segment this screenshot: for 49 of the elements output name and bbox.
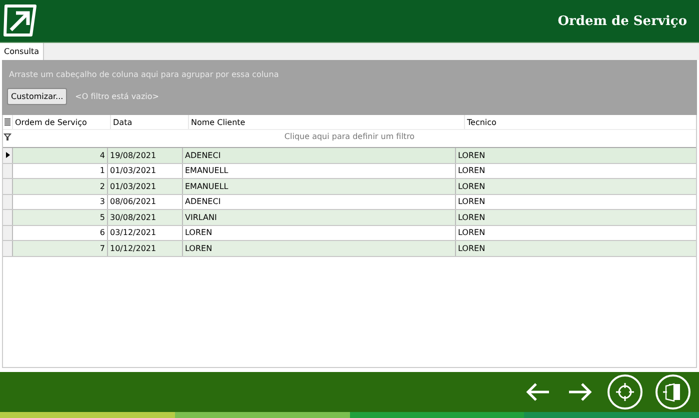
table-cell: 30/08/2021 xyxy=(107,210,182,224)
table-cell: 7 xyxy=(12,241,107,256)
column-header[interactable]: Data xyxy=(110,115,188,129)
column-header[interactable]: Nome Cliente xyxy=(188,115,464,129)
table-cell: 5 xyxy=(12,210,107,224)
table-cell: 6 xyxy=(12,226,107,240)
table-cell: LOREN xyxy=(455,179,696,194)
table-cell: 10/12/2021 xyxy=(107,241,182,256)
table-cell: LOREN xyxy=(455,210,696,224)
table-cell: 08/06/2021 xyxy=(107,194,182,209)
table-cell: 03/12/2021 xyxy=(107,226,182,240)
tab[interactable]: Consulta xyxy=(0,43,44,60)
table-row[interactable]: 2 01/03/2021 EMANUELL LOREN xyxy=(3,179,696,194)
table-row[interactable]: 7 10/12/2021 LOREN LOREN xyxy=(3,241,696,256)
table-cell: 01/03/2021 xyxy=(107,164,182,178)
table-cell: 4 xyxy=(12,148,107,162)
table-cell: 19/08/2021 xyxy=(107,148,182,162)
row-indicator-icon xyxy=(6,152,10,158)
window-title: Ordem de Serviço xyxy=(558,14,687,28)
table-cell: LOREN xyxy=(182,241,455,256)
column-header[interactable]: Ordem de Serviço xyxy=(12,115,110,129)
table-cell: 01/03/2021 xyxy=(107,179,182,194)
crosshair-icon[interactable] xyxy=(607,374,643,410)
column-header[interactable]: Tecnico xyxy=(464,115,696,129)
logo-icon xyxy=(3,4,37,38)
exit-door-icon[interactable] xyxy=(655,374,691,410)
table-cell: LOREN xyxy=(455,194,696,209)
table-cell: 1 xyxy=(12,164,107,178)
table-cell: 3 xyxy=(12,194,107,209)
table-cell: VIRLANI xyxy=(182,210,455,224)
table-cell: LOREN xyxy=(455,148,696,162)
table-cell: ADENECI xyxy=(182,148,455,162)
group-hint: Arraste um cabeçalho de coluna aqui para agrupar por essa coluna xyxy=(8,70,280,79)
customize-button[interactable]: Customizar... xyxy=(7,88,68,105)
table-cell: 2 xyxy=(12,179,107,194)
table-row[interactable]: 5 30/08/2021 VIRLANI LOREN xyxy=(3,210,696,226)
filter-row-hint[interactable]: Clique aqui para definir um filtro xyxy=(284,132,415,141)
table-row[interactable]: 4 19/08/2021 ADENECI LOREN xyxy=(3,148,696,164)
row-header[interactable] xyxy=(3,148,12,162)
column-chooser-icon[interactable] xyxy=(3,117,12,127)
table-cell: EMANUELL xyxy=(182,179,455,194)
filter-status: <O filtro está vazio> xyxy=(75,92,159,101)
table-cell: LOREN xyxy=(455,241,696,256)
table-cell: ADENECI xyxy=(182,194,455,209)
table-cell: LOREN xyxy=(455,164,696,178)
table-cell: EMANUELL xyxy=(182,164,455,178)
table-cell: LOREN xyxy=(455,226,696,240)
table-cell: LOREN xyxy=(182,226,455,240)
filter-icon xyxy=(3,132,12,142)
